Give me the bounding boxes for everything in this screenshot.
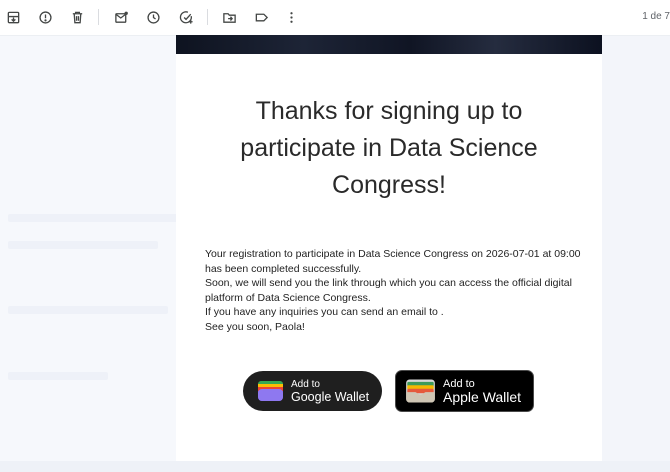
platform-link-text: Soon, we will send you the link through … <box>205 277 572 304</box>
email-headline: Thanks for signing up to participate in … <box>240 97 538 199</box>
archive-icon[interactable] <box>2 6 24 28</box>
bottom-strip <box>0 461 670 472</box>
report-spam-icon[interactable] <box>34 6 56 28</box>
mark-unread-icon[interactable] <box>110 6 132 28</box>
add-to-apple-wallet-button[interactable]: Add to Apple Wallet <box>395 370 534 412</box>
email-message: Your registration to participate in Data… <box>205 247 585 335</box>
toolbar-divider <box>98 9 99 25</box>
more-vert-icon[interactable] <box>280 6 302 28</box>
header-banner-image <box>176 35 602 54</box>
add-task-icon[interactable] <box>175 6 197 28</box>
right-margin <box>602 36 670 466</box>
email-body: Thanks for signing up to participate in … <box>176 35 602 461</box>
add-to-google-wallet-button[interactable]: Add to Google Wallet <box>243 371 382 411</box>
move-to-icon[interactable] <box>218 6 240 28</box>
google-wallet-label: Google Wallet <box>291 390 370 404</box>
registration-confirmation-text: Your registration to participate in Data… <box>205 248 581 275</box>
apple-wallet-label: Apple Wallet <box>443 389 522 405</box>
snooze-icon[interactable] <box>142 6 164 28</box>
inquiries-text: If you have any inquiries you can send a… <box>205 306 444 319</box>
signoff-text: See you soon, Paola! <box>205 320 305 333</box>
toolbar-divider <box>207 9 208 25</box>
delete-icon[interactable] <box>66 6 88 28</box>
pagination-counter: 1 de 7 <box>642 11 670 22</box>
label-icon[interactable] <box>250 6 272 28</box>
apple-wallet-icon <box>406 379 435 403</box>
background-list-ghost <box>0 36 176 466</box>
google-wallet-icon <box>258 381 283 401</box>
email-toolbar: 1 de 7 <box>0 0 670 36</box>
